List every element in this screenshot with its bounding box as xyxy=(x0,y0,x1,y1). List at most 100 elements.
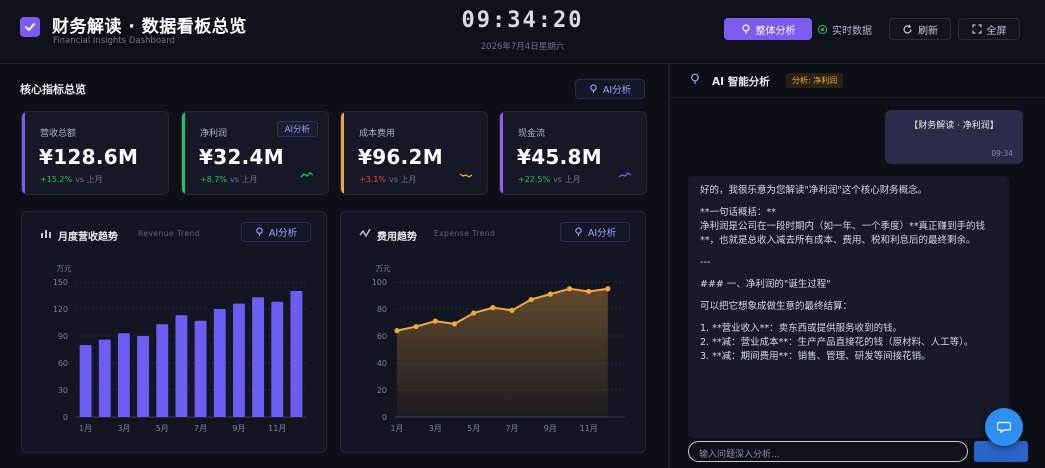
y-tick-label: 120 xyxy=(53,305,68,314)
question-input[interactable] xyxy=(689,445,967,465)
kpi-delta-vs: vs 上月 xyxy=(230,175,258,184)
expense-chart-card: 费用趋势 Expense Trend AI分析 万元 0 20 40 60 80 100 1月… xyxy=(340,211,646,453)
overview-ai-label: AI分析 xyxy=(602,85,632,96)
x-tick-label: 5月 xyxy=(467,424,480,433)
x-tick-label: 11月 xyxy=(268,424,286,433)
data-point xyxy=(394,328,400,334)
panel-divider xyxy=(668,64,670,468)
kpi-delta-value: +15.2% xyxy=(40,175,73,184)
top-header: 财务解读 · 数据看板总览 Financial Insights Dashboa… xyxy=(0,0,1045,64)
kpi-delta-vs: vs 上月 xyxy=(553,175,581,184)
kpi-delta-value: +8.7% xyxy=(200,175,228,184)
data-point xyxy=(471,310,477,316)
refresh-icon xyxy=(903,24,912,33)
x-tick-label: 9月 xyxy=(544,424,557,433)
user-message-bubble: 【财务解读 · 净利润】 09:34 xyxy=(885,110,1023,164)
sparkline-icon xyxy=(618,172,632,178)
refresh-button[interactable]: 刷新 xyxy=(889,18,951,40)
bar-mark xyxy=(290,291,303,417)
y-tick-label: 0 xyxy=(63,413,68,422)
fullscreen-icon xyxy=(971,24,982,34)
bulb-icon xyxy=(590,84,597,94)
data-point xyxy=(605,286,611,292)
kpi-label: 净利润 xyxy=(200,129,228,139)
assistant-paragraph: 可以把它想象成做生意的最终结算： xyxy=(700,301,853,312)
bulb-icon xyxy=(741,23,750,34)
assistant-message-bubble: 好的，我很乐意为您解读"净利润"这个核心财务概念。 **一句话概括：** 净利润… xyxy=(688,176,1009,438)
kpi-ai-badge[interactable]: AI分析 xyxy=(276,121,318,137)
kpi-value: ¥45.8M xyxy=(517,145,602,169)
overview-title: 核心指标总览 xyxy=(20,83,86,96)
x-tick-label: 5月 xyxy=(156,424,169,433)
y-tick-label: 80 xyxy=(377,305,387,314)
fullscreen-label: 全屏 xyxy=(986,25,1007,37)
y-unit-label: 万元 xyxy=(376,264,391,273)
fullscreen-button[interactable]: 全屏 xyxy=(958,18,1020,40)
ai-panel-title: AI 智能分析 xyxy=(712,76,770,88)
kpi-accent-bar xyxy=(500,112,503,194)
bulb-icon xyxy=(691,73,699,84)
data-point xyxy=(586,288,592,295)
bar-mark xyxy=(156,324,169,417)
ai-analysis-tag: 分析: 净利润 xyxy=(786,73,844,88)
kpi-card-cost[interactable]: 成本费用 ¥96.2M +3.1% vs 上月 xyxy=(340,111,488,195)
bar-mark xyxy=(117,333,130,417)
user-message-text: 【财务解读 · 净利润】 xyxy=(909,121,999,131)
expense-area-chart: 万元 0 20 40 60 80 100 1月 3月 5月 7月 9月 11月 xyxy=(372,264,625,433)
x-tick-label: 3月 xyxy=(117,424,130,433)
y-tick-label: 60 xyxy=(377,332,387,341)
x-tick-label: 1月 xyxy=(390,424,403,433)
x-tick-label: 3月 xyxy=(429,424,442,433)
y-tick-label: 30 xyxy=(58,386,68,395)
chat-fab-button[interactable] xyxy=(985,408,1023,446)
data-point xyxy=(509,307,515,313)
kpi-delta: +8.7% vs 上月 xyxy=(200,174,257,185)
kpi-value: ¥32.4M xyxy=(199,145,284,169)
y-tick-label: 90 xyxy=(58,332,68,341)
revenue-chart-card: 月度营收趋势 Revenue Trend AI分析 万元 0 30 60 90 120 15… xyxy=(21,211,327,453)
data-point xyxy=(528,296,534,303)
bar-mark xyxy=(137,336,150,417)
question-input-wrapper xyxy=(688,441,968,465)
revenue-bar-chart: 万元 0 30 60 90 120 150 1月 3月 5月 7月 9月 11月 xyxy=(53,264,306,433)
data-point xyxy=(451,321,458,327)
kpi-label: 成本费用 xyxy=(359,129,396,139)
assistant-paragraph: 好的，我很乐意为您解读"净利润"这个核心财务概念。 xyxy=(700,185,928,196)
realtime-indicator[interactable]: 实时数据 xyxy=(818,22,872,37)
user-message-time: 09:34 xyxy=(991,149,1013,158)
kpi-value: ¥128.6M xyxy=(39,145,139,169)
x-tick-label: 7月 xyxy=(194,424,207,433)
bar-mark xyxy=(213,309,226,417)
x-tick-label: 7月 xyxy=(505,424,518,433)
x-tick-label: 11月 xyxy=(580,424,598,433)
sparkline-icon xyxy=(459,173,473,178)
overview-ai-button[interactable]: AI分析 xyxy=(575,79,645,99)
y-tick-label: 100 xyxy=(372,278,387,287)
data-point xyxy=(432,318,438,324)
kpi-label: 现金流 xyxy=(518,129,546,139)
kpi-delta-value: +3.1% xyxy=(359,175,387,184)
data-point xyxy=(413,323,419,330)
assistant-paragraph: **一句话概括：** 净利润是公司在一段时期内（如一年、一个季度）**真正赚到手… xyxy=(700,207,986,246)
assistant-paragraph: ### 一、净利润的"诞生过程" xyxy=(700,279,831,290)
kpi-delta: +22.5% vs 上月 xyxy=(518,174,581,185)
y-tick-label: 150 xyxy=(53,278,68,287)
sparkline-icon xyxy=(300,172,314,178)
refresh-label: 刷新 xyxy=(918,25,938,37)
bar-mark xyxy=(271,301,284,417)
bar-mark xyxy=(194,320,207,417)
kpi-delta: +3.1% vs 上月 xyxy=(359,174,416,185)
realtime-label: 实时数据 xyxy=(832,26,872,37)
overall-analysis-label: 整体分析 xyxy=(755,25,796,37)
date-label: 2026年7月4日星期六 xyxy=(480,42,565,52)
kpi-card-revenue[interactable]: 营收总额 ¥128.6M +15.2% vs 上月 xyxy=(21,111,169,195)
y-tick-label: 0 xyxy=(382,413,387,422)
y-unit-label: 万元 xyxy=(57,264,72,273)
kpi-card-cashflow[interactable]: 现金流 ¥45.8M +22.5% vs 上月 xyxy=(499,111,647,195)
kpi-card-net-profit[interactable]: AI分析 净利润 ¥32.4M +8.7% vs 上月 xyxy=(181,111,329,195)
kpi-accent-bar xyxy=(341,112,344,194)
kpi-label: 营收总额 xyxy=(40,129,77,139)
overall-analysis-button[interactable]: 整体分析 xyxy=(724,18,812,40)
bar-mark xyxy=(98,339,111,417)
kpi-delta: +15.2% vs 上月 xyxy=(40,174,103,185)
